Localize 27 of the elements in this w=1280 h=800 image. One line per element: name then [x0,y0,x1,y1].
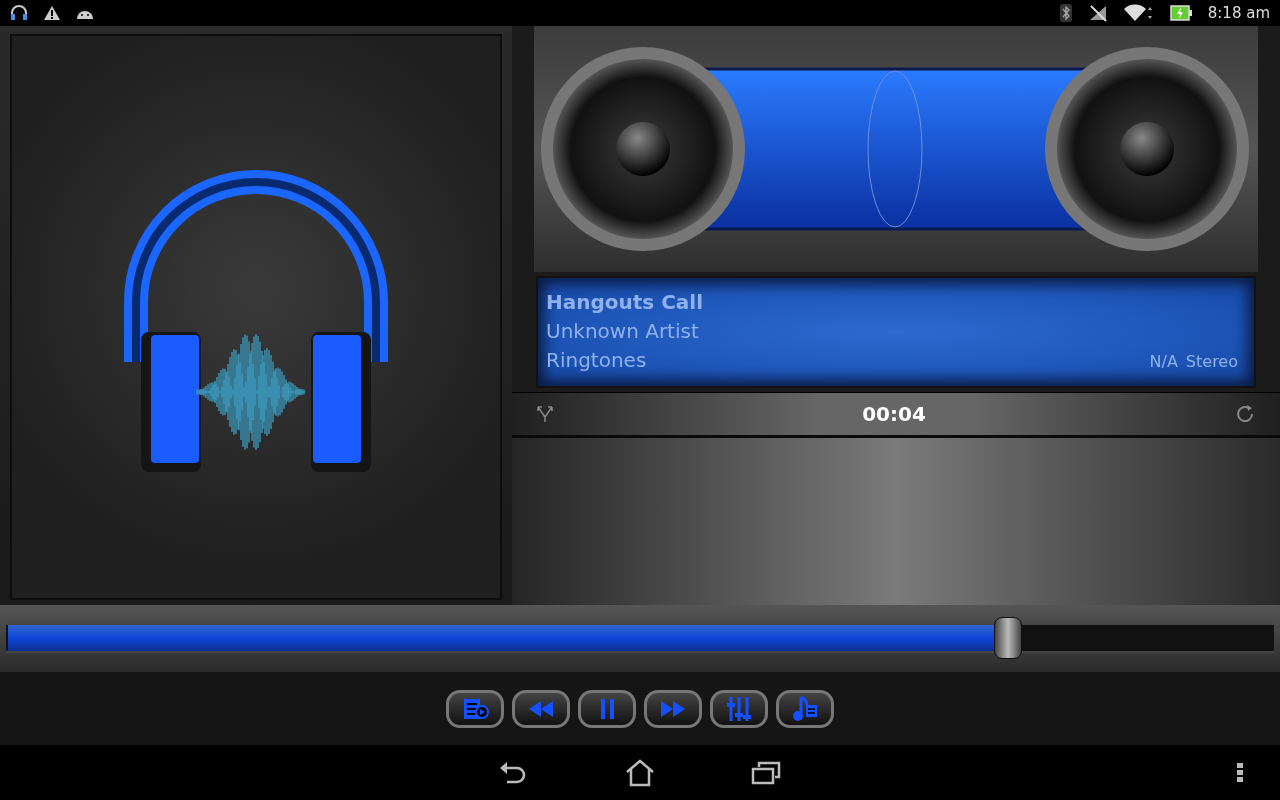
track-album: Ringtones [546,347,647,374]
home-icon[interactable] [625,758,655,787]
track-artist: Unknown Artist [546,318,700,345]
rewind-button[interactable] [512,689,570,728]
bitrate-label: N/A [1149,351,1178,373]
elapsed-time: 00:04 [862,401,926,428]
shuffle-icon[interactable] [536,405,554,423]
fast-forward-button[interactable] [644,689,702,728]
channels-label: Stereo [1185,351,1238,373]
wifi-icon [1123,4,1154,22]
track-title: Hangouts Call [546,289,705,316]
music-note-icon [791,694,819,723]
equalizer-icon [725,694,753,723]
battery-charging-icon [1169,5,1192,21]
menu-icon[interactable] [1237,763,1243,783]
seek-thumb[interactable] [993,617,1022,659]
recent-apps-icon[interactable] [751,760,781,785]
headphones-icon [10,5,28,21]
muted-signal-icon [1087,4,1108,22]
playlist-button[interactable] [446,689,504,728]
repeat-icon[interactable] [1234,403,1256,425]
clock-time: 8:18 am [1207,2,1270,24]
bluetooth-icon [1059,4,1072,22]
pause-button[interactable] [578,689,636,728]
equalizer-button[interactable] [710,689,768,728]
warning-icon [44,6,60,20]
music-note-button[interactable] [776,689,834,728]
